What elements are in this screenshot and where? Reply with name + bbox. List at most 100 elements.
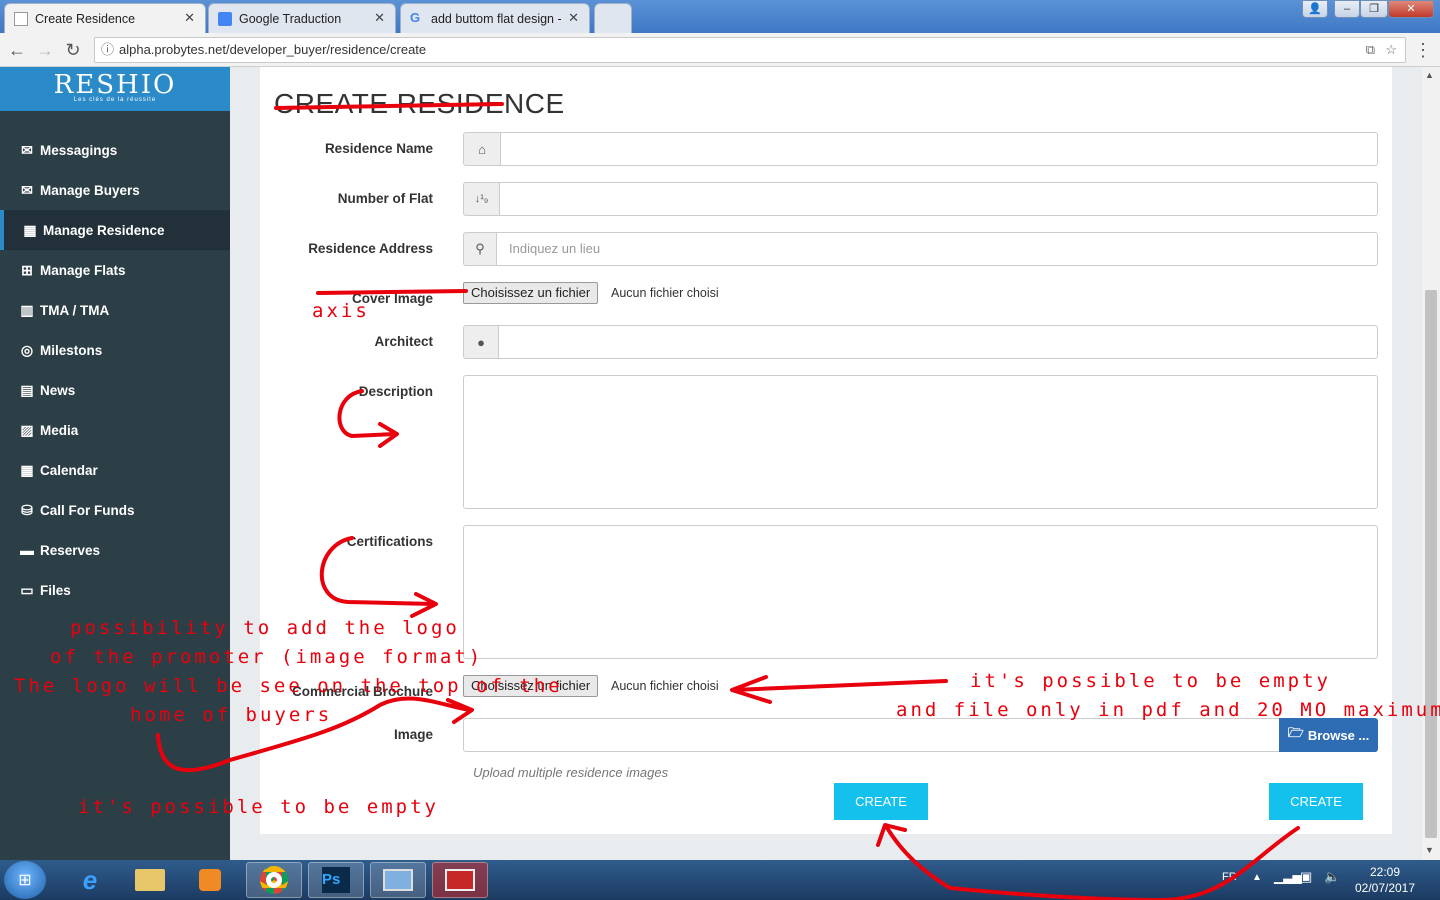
screenshot-tool-icon[interactable] <box>370 862 426 898</box>
back-arrow-icon[interactable]: ← <box>6 38 28 62</box>
sidebar-item-label: TMA / TMA <box>40 302 110 318</box>
browse-label: Browse ... <box>1307 727 1370 743</box>
photoshop-icon[interactable]: Ps <box>308 862 364 898</box>
sidebar-item-reserves[interactable]: ▬ Reserves <box>0 530 230 570</box>
minimize-button[interactable]: – <box>1334 0 1360 18</box>
sidebar-item-files[interactable]: ▭ Files <box>0 570 230 610</box>
clock[interactable]: 22:09 02/07/2017 <box>1340 864 1430 896</box>
windows-start-icon[interactable]: ⊞ <box>4 861 46 899</box>
envelope-icon: ✉ <box>21 141 33 158</box>
clock-time: 22:09 <box>1369 865 1401 879</box>
google-icon: G <box>410 10 421 25</box>
sidebar-item-calendar[interactable]: ▦ Calendar <box>0 450 230 490</box>
close-tab-icon[interactable]: ✕ <box>184 10 195 26</box>
page-icon <box>14 12 28 26</box>
file-explorer-icon[interactable] <box>122 862 178 898</box>
close-window-button[interactable]: ✕ <box>1388 0 1434 18</box>
network-icon[interactable]: ▣ <box>1300 869 1312 885</box>
description-textarea[interactable] <box>463 375 1378 509</box>
certifications-label: Certifications <box>346 534 433 549</box>
url-text: alpha.probytes.net/developer_buyer/resid… <box>119 42 427 57</box>
star-icon[interactable]: ☆ <box>1385 38 1397 62</box>
annotation-axis: axis <box>312 300 370 322</box>
logo[interactable]: RESHIO Les clés de la réussite <box>0 67 230 111</box>
tray-arrow-icon[interactable]: ▲ <box>1252 872 1262 883</box>
building-question-icon: ▥ <box>20 301 34 318</box>
annotation-logo-note-3: The logo will be see on the top of the <box>14 675 563 697</box>
annotation-logo-note-2: of the promoter (image format) <box>50 646 484 668</box>
browse-button[interactable]: 🗁 Browse ... <box>1279 718 1378 752</box>
sidebar-item-manage-buyers[interactable]: ✉ Manage Buyers <box>0 170 230 210</box>
brochure-file-status: Aucun fichier choisi <box>611 679 719 693</box>
target-icon: ◎ <box>20 341 34 358</box>
architect-input[interactable] <box>499 325 1378 359</box>
clock-date: 02/07/2017 <box>1354 881 1416 895</box>
tab-google-traduction[interactable]: Google Traduction ✕ <box>208 3 396 33</box>
page-title: CREATE RESIDENCE <box>274 88 565 119</box>
close-tab-icon[interactable]: ✕ <box>374 10 385 26</box>
sidebar-item-label: Call For Funds <box>40 502 135 518</box>
chrome-icon[interactable] <box>246 862 302 898</box>
address-bar: ← → ↻ ⓘ alpha.probytes.net/developer_buy… <box>0 33 1440 67</box>
annotation-logo-note-1: possibility to add the logo <box>70 617 460 639</box>
sidebar-item-news[interactable]: ▤ News <box>0 370 230 410</box>
annotation-logo-note-4: home of buyers <box>130 704 333 726</box>
tab-label: Create Residence <box>35 11 136 26</box>
internet-explorer-icon[interactable]: e <box>62 862 118 898</box>
certifications-textarea[interactable] <box>463 525 1378 659</box>
sidebar-item-media[interactable]: ▨ Media <box>0 410 230 450</box>
browser-tab-bar: Create Residence ✕ Google Traduction ✕ G… <box>0 0 1440 33</box>
media-player-icon[interactable] <box>182 862 238 898</box>
residence-name-input[interactable] <box>501 132 1378 166</box>
menu-icon[interactable]: ⋮ <box>1412 38 1434 62</box>
cover-image-file-status: Aucun fichier choisi <box>611 286 719 300</box>
description-label: Description <box>358 384 433 399</box>
maximize-button[interactable]: ❐ <box>1360 0 1388 18</box>
new-tab-button[interactable] <box>594 3 632 33</box>
scroll-up-icon[interactable]: ▲ <box>1425 70 1434 80</box>
forward-arrow-icon[interactable]: → <box>34 38 56 62</box>
sidebar-item-label: Messagings <box>40 142 118 158</box>
app-window-icon[interactable] <box>432 862 488 898</box>
calendar-icon: ▦ <box>20 461 34 478</box>
folder-icon: ▭ <box>20 581 34 598</box>
scrollbar-thumb[interactable] <box>1425 290 1437 838</box>
sidebar-item-label: Media <box>40 422 79 438</box>
sidebar-item-call-for-funds[interactable]: ⛁ Call For Funds <box>0 490 230 530</box>
translate-icon[interactable]: ⧉ <box>1366 38 1375 62</box>
sidebar-item-label: Milestons <box>40 342 103 358</box>
user-icon[interactable]: 👤 <box>1302 0 1328 18</box>
envelope-icon: ✉ <box>21 181 33 198</box>
map-marker-icon: ⚲ <box>463 232 497 266</box>
create-button[interactable]: CREATE <box>834 783 928 820</box>
annotation-pdf-note: and file only in pdf and 20 MO maximum <box>896 699 1440 721</box>
sidebar-item-milestons[interactable]: ◎ Milestons <box>0 330 230 370</box>
sidebar-item-manage-flats[interactable]: ⊞ Manage Flats <box>0 250 230 290</box>
volume-icon[interactable]: 🔈 <box>1324 869 1340 885</box>
number-of-flat-input[interactable] <box>500 182 1378 216</box>
sidebar-item-label: News <box>40 382 76 398</box>
tab-label: add buttom flat design - <box>431 11 562 26</box>
tab-create-residence[interactable]: Create Residence ✕ <box>4 3 206 33</box>
sidebar-item-label: Manage Flats <box>40 262 126 278</box>
create-button-proposed[interactable]: CREATE <box>1269 783 1363 820</box>
sidebar-item-label: Manage Residence <box>43 222 165 238</box>
sidebar-item-label: Manage Buyers <box>40 182 140 198</box>
signal-icon[interactable]: ▁▃▅ <box>1274 870 1302 884</box>
language-indicator[interactable]: FR <box>1222 871 1237 883</box>
scroll-down-icon[interactable]: ▼ <box>1425 845 1434 855</box>
tab-add-buttom[interactable]: G add buttom flat design - ✕ <box>400 3 590 33</box>
sidebar-item-manage-residence[interactable]: ▦ Manage Residence <box>0 210 230 250</box>
upload-help-text: Upload multiple residence images <box>473 765 669 780</box>
sidebar-item-messagings[interactable]: ✉ Messagings <box>0 130 230 170</box>
image-file-input[interactable] <box>463 718 1280 752</box>
logo-tagline: Les clés de la réussite <box>73 97 157 103</box>
annotation-empty-left: it's possible to be empty <box>78 796 439 818</box>
url-input[interactable]: ⓘ alpha.probytes.net/developer_buyer/res… <box>94 37 1406 63</box>
close-tab-icon[interactable]: ✕ <box>568 10 579 26</box>
cover-image-file-button[interactable]: Choisissez un fichier <box>463 282 599 304</box>
sidebar-item-tma-tma[interactable]: ▥ TMA / TMA <box>0 290 230 330</box>
residence-address-input[interactable]: Indiquez un lieu <box>497 232 1378 266</box>
info-icon[interactable]: ⓘ <box>101 38 114 62</box>
reload-icon[interactable]: ↻ <box>62 38 84 62</box>
